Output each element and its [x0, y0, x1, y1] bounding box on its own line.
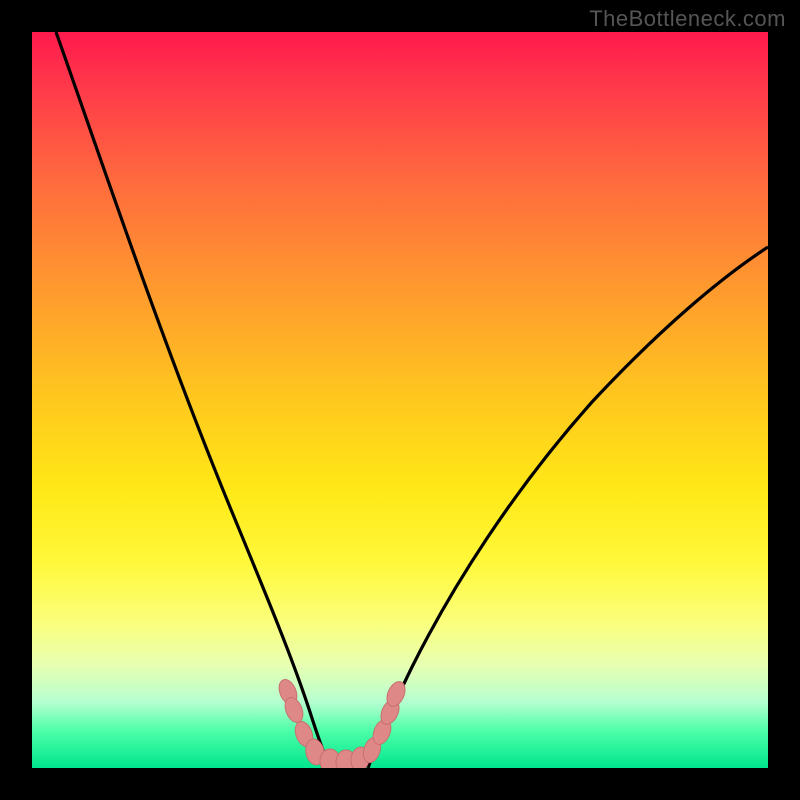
- left-curve: [56, 32, 330, 768]
- right-curve: [368, 247, 768, 768]
- watermark-text: TheBottleneck.com: [589, 6, 786, 32]
- curve-overlay: [32, 32, 768, 768]
- chart-frame: TheBottleneck.com: [0, 0, 800, 800]
- plot-area: [32, 32, 768, 768]
- valley-markers: [276, 677, 409, 768]
